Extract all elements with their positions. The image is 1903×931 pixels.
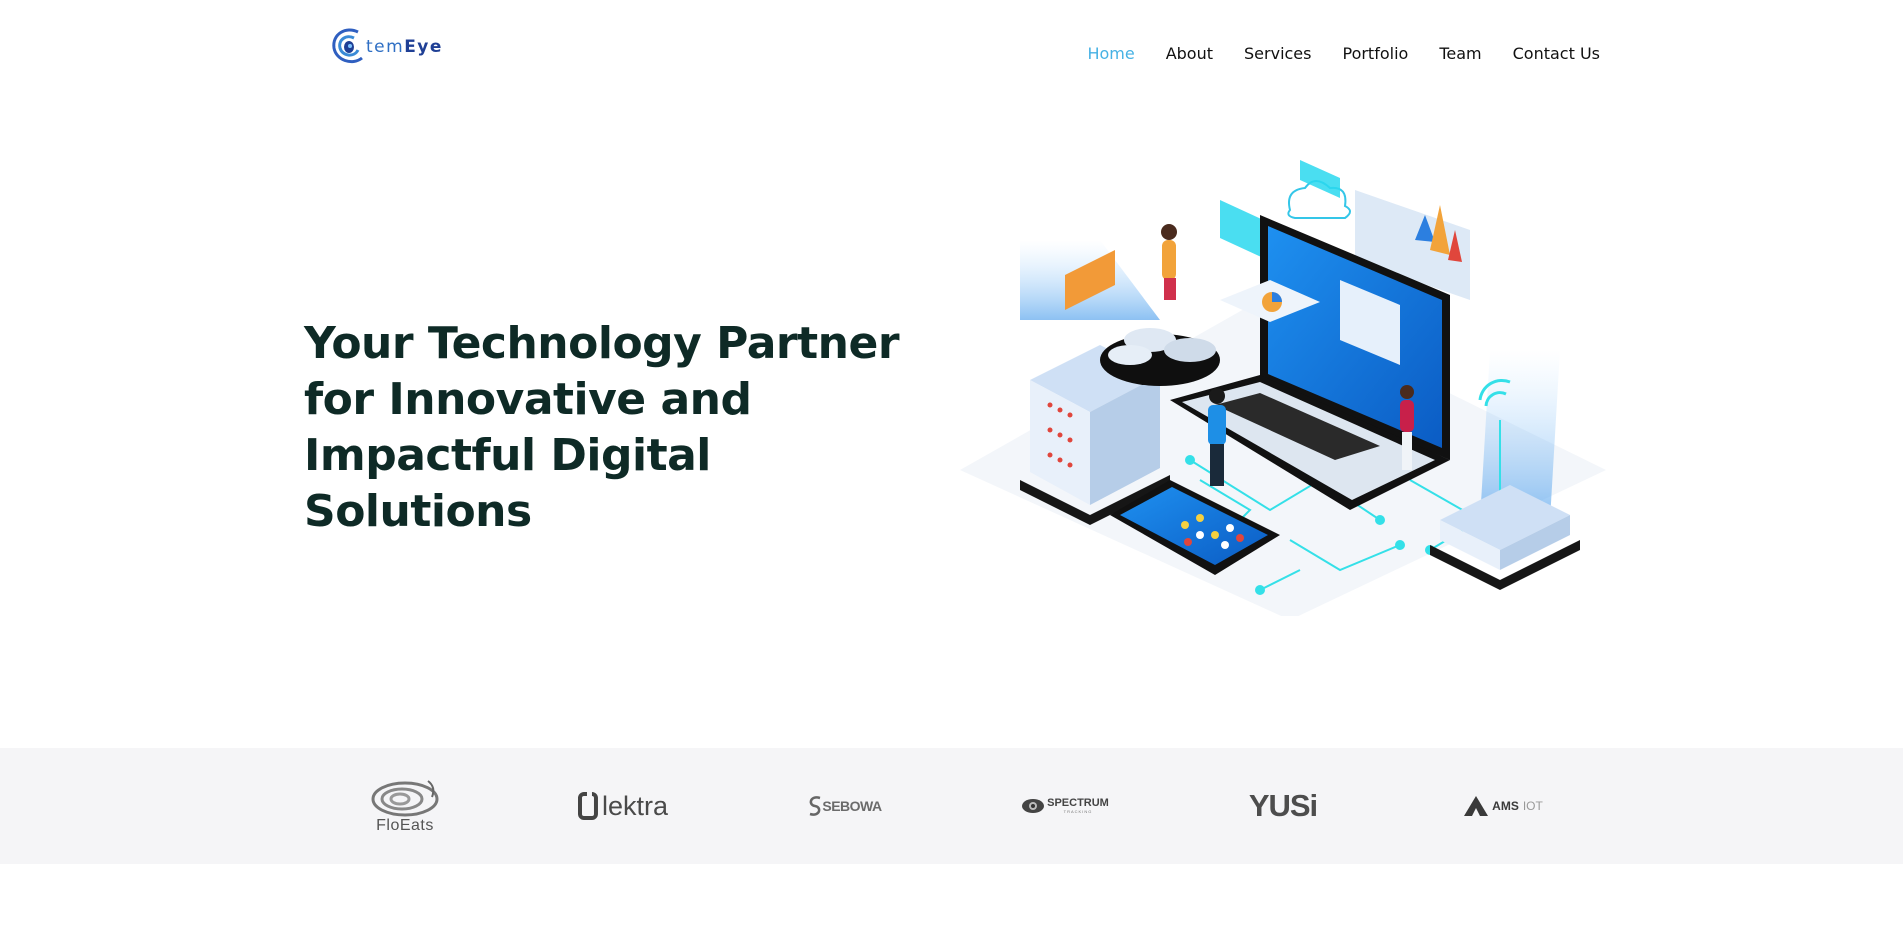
nav-services[interactable]: Services [1244,44,1311,63]
spiral-logo-icon [371,780,439,817]
eye-logo-icon [1022,799,1045,813]
nav-about[interactable]: About [1166,44,1213,63]
sebowa-logo-icon [810,796,821,816]
triangle-logo-icon [1464,796,1489,816]
client-name: YUSi [1248,788,1318,823]
client-subname: IOT [1522,799,1543,813]
hero-title: Your Technology Partner for Innovative a… [304,318,900,537]
site-header: temEye Home About Services Portfolio Tea… [0,0,1903,110]
client-logo-ams-iot[interactable]: AMS IOT [1458,748,1548,864]
client-name: FloEats [376,817,434,834]
nav-contact-us[interactable]: Contact Us [1513,44,1600,63]
client-logo-sebowa[interactable]: SEBOWA [800,748,890,864]
client-logo-yusi[interactable]: YUSi [1238,748,1328,864]
nav-home[interactable]: Home [1087,44,1134,63]
client-name: AMS [1492,799,1519,813]
clients-logo-strip: FloEats lektra SEBOWA SPECTRUM TRACKING … [0,748,1903,864]
e-bolt-logo-icon [578,791,598,820]
isometric-laptop-servers-illustration-icon [960,160,1606,616]
client-logo-spectrum[interactable]: SPECTRUM TRACKING [1020,748,1110,864]
swirl-eye-logo-icon [332,28,363,64]
client-name: SEBOWA [822,798,882,814]
nav-team[interactable]: Team [1439,44,1481,63]
client-subname: TRACKING [1063,809,1093,814]
main-nav: Home About Services Portfolio Team Conta… [1056,44,1600,63]
client-logo-lektra[interactable]: lektra [578,748,668,864]
client-name: lektra [601,790,668,821]
brand-logo[interactable]: temEye [328,24,443,68]
brand-wordmark: temEye [366,37,443,57]
client-logo-floeats[interactable]: FloEats [360,748,450,864]
client-name: SPECTRUM [1047,797,1109,809]
nav-portfolio[interactable]: Portfolio [1342,44,1408,63]
